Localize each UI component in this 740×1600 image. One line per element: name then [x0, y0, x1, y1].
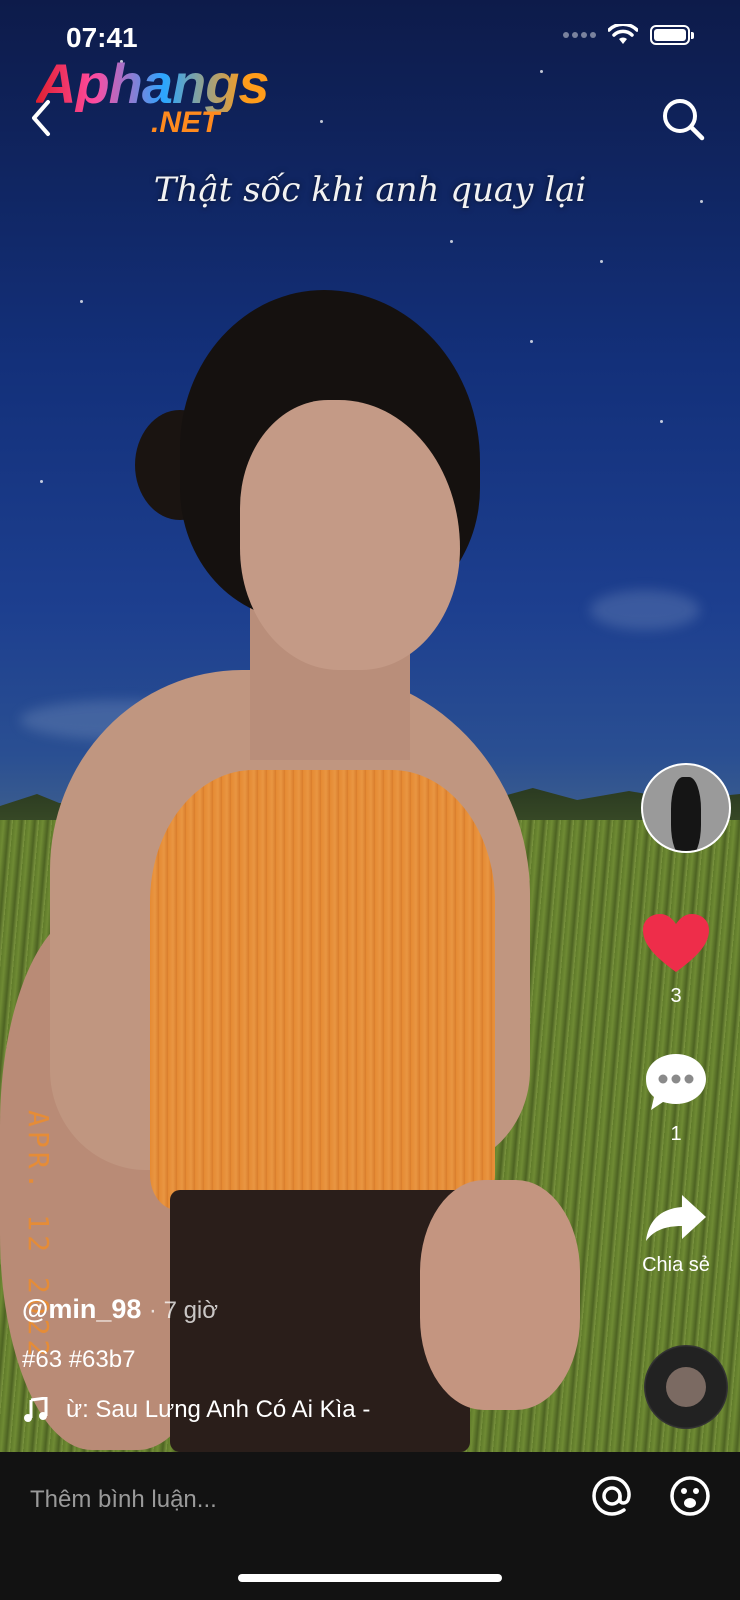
heart-icon — [643, 914, 709, 972]
like-button[interactable]: 3 — [630, 912, 722, 1008]
person-figure — [0, 290, 600, 1452]
status-icons — [563, 24, 694, 46]
at-icon — [592, 1476, 631, 1516]
back-button[interactable] — [26, 96, 66, 140]
emoji-icon — [670, 1476, 710, 1516]
music-note-icon — [24, 1397, 48, 1422]
search-icon — [663, 99, 705, 141]
comment-input[interactable] — [30, 1480, 550, 1520]
home-indicator — [238, 1574, 502, 1582]
video-player[interactable]: Thật sốc khi anh quay lại APR. 12 2022 — [0, 0, 740, 1452]
creator-avatar[interactable] — [641, 763, 731, 853]
watermark-main: Aphangs — [36, 52, 270, 115]
cloud — [590, 590, 700, 630]
wifi-icon — [608, 24, 638, 44]
search-button[interactable] — [660, 96, 706, 142]
hashtags[interactable]: #63 #63b7 — [22, 1346, 135, 1374]
music-info[interactable]: ừ: Sau Lưng Anh Có Ai Kìa - — [22, 1396, 370, 1424]
share-label: Chia sẻ — [642, 1254, 710, 1276]
music-disc[interactable] — [644, 1345, 728, 1429]
watermark-logo: Aphangs .NET — [36, 52, 270, 140]
share-button[interactable]: Chia sẻ — [630, 1193, 722, 1277]
back-icon — [32, 100, 50, 136]
music-title: ừ: Sau Lưng Anh Có Ai Kìa - — [66, 1396, 371, 1423]
username-link[interactable]: @min_98 — [22, 1294, 141, 1324]
comment-count: 1 — [670, 1123, 682, 1145]
comment-button[interactable]: 1 — [630, 1050, 722, 1146]
mention-button[interactable] — [590, 1474, 634, 1518]
post-meta: @min_98 · 7 giờ — [22, 1294, 218, 1325]
battery-icon — [650, 25, 694, 45]
video-caption: Thật sốc khi anh quay lại — [153, 170, 587, 210]
comment-icon — [646, 1054, 706, 1110]
share-icon — [646, 1195, 706, 1241]
emoji-button[interactable] — [668, 1474, 712, 1518]
like-count: 3 — [670, 985, 682, 1007]
signal-icon — [563, 32, 596, 38]
status-time: 07:41 — [66, 22, 138, 53]
time-ago: · 7 giờ — [148, 1297, 218, 1324]
